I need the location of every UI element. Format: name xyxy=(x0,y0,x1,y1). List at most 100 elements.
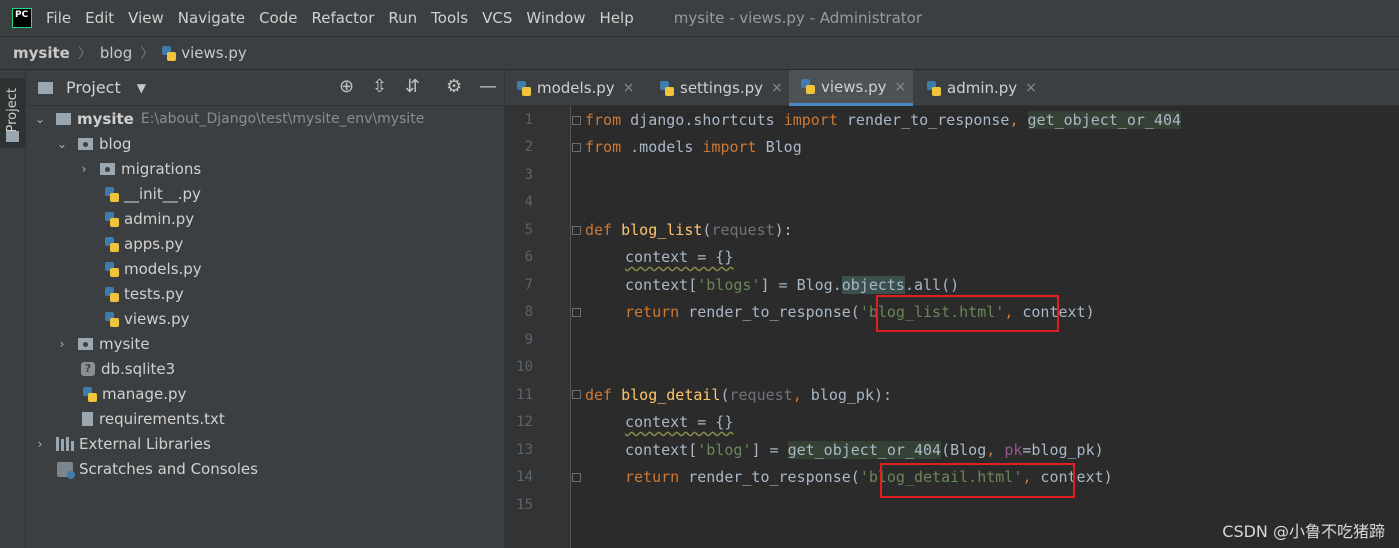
breadcrumb-project[interactable]: mysite xyxy=(13,44,70,62)
menu-help[interactable]: Help xyxy=(600,9,634,27)
chevron-right-icon[interactable]: › xyxy=(76,162,92,176)
fold-marker-icon[interactable] xyxy=(572,226,581,235)
window-title: mysite - views.py - Administrator xyxy=(673,9,923,27)
python-file-icon xyxy=(105,186,119,202)
tree-item-scratches[interactable]: Scratches and Consoles xyxy=(57,457,258,481)
menu-code[interactable]: Code xyxy=(259,9,297,27)
fold-marker-icon[interactable] xyxy=(572,116,581,125)
tree-item-requirements[interactable]: requirements.txt xyxy=(79,407,225,431)
tree-item-init[interactable]: __init__.py xyxy=(105,182,201,206)
editor-tab-bar: models.py × settings.py × views.py × adm… xyxy=(505,70,1399,106)
code-token: blog_list xyxy=(621,221,703,239)
breadcrumb-file[interactable]: views.py xyxy=(181,44,247,62)
breadcrumb-folder[interactable]: blog xyxy=(100,44,132,62)
fold-marker-icon[interactable] xyxy=(572,143,581,152)
fold-marker-icon[interactable] xyxy=(572,390,581,399)
menu-view[interactable]: View xyxy=(128,9,164,27)
tab-views[interactable]: views.py × xyxy=(789,70,913,106)
chevron-right-icon[interactable]: › xyxy=(54,337,70,351)
tab-admin[interactable]: admin.py × xyxy=(915,70,1045,106)
tree-item-blog[interactable]: ⌄ blog xyxy=(54,132,131,156)
tree-item-migrations[interactable]: › migrations xyxy=(76,157,202,181)
gear-icon[interactable]: ⚙ xyxy=(446,77,462,97)
menu-tools[interactable]: Tools xyxy=(431,9,468,27)
tree-item-label: views.py xyxy=(124,310,190,328)
tree-item-mysite[interactable]: › mysite xyxy=(54,332,150,356)
code-token: Blog xyxy=(756,138,802,156)
python-file-icon xyxy=(801,79,815,94)
code-token: ): xyxy=(874,386,893,404)
tree-item-label: migrations xyxy=(121,160,202,178)
tree-item-admin[interactable]: admin.py xyxy=(105,207,194,231)
tree-item-external-libraries[interactable]: › External Libraries xyxy=(32,432,211,456)
tree-item-views[interactable]: views.py xyxy=(105,307,190,331)
minimize-icon[interactable]: — xyxy=(479,77,497,97)
code-token: ( xyxy=(720,386,730,404)
chevron-down-icon[interactable]: ⌄ xyxy=(32,112,48,126)
tree-item-models[interactable]: models.py xyxy=(105,257,202,281)
code-token: import xyxy=(783,111,838,129)
tree-item-label: Scratches and Consoles xyxy=(79,460,258,478)
chevron-down-icon[interactable]: ⌄ xyxy=(54,137,70,151)
python-file-icon xyxy=(105,236,119,252)
tab-label: admin.py xyxy=(947,79,1018,97)
python-file-icon xyxy=(105,211,119,227)
code-token: objects xyxy=(841,276,905,294)
locate-icon[interactable]: ⊕ xyxy=(339,77,354,97)
tool-window-stripe: Project xyxy=(0,70,26,548)
menu-run[interactable]: Run xyxy=(388,9,417,27)
python-file-icon xyxy=(162,45,177,61)
line-number: 1 xyxy=(524,112,533,128)
menu-refactor[interactable]: Refactor xyxy=(311,9,374,27)
tree-item-db[interactable]: ? db.sqlite3 xyxy=(81,357,175,381)
code-token: pk xyxy=(1004,441,1023,459)
chevron-down-icon[interactable]: ▼ xyxy=(137,81,146,95)
chevron-right-icon: 〉 xyxy=(77,46,92,62)
menu-navigate[interactable]: Navigate xyxy=(178,9,245,27)
menu-edit[interactable]: Edit xyxy=(85,9,114,27)
line-number: 8 xyxy=(524,304,533,320)
collapse-all-icon[interactable]: ⇵ xyxy=(405,77,420,97)
menu-vcs[interactable]: VCS xyxy=(482,9,512,27)
tree-item-manage[interactable]: manage.py xyxy=(83,382,186,406)
highlight-box xyxy=(876,295,1059,332)
python-file-icon xyxy=(105,311,119,327)
code-token: return xyxy=(625,303,680,321)
tab-models[interactable]: models.py × xyxy=(505,70,648,106)
package-folder-icon xyxy=(78,338,93,350)
menu-window[interactable]: Window xyxy=(526,9,585,27)
breadcrumb: mysite 〉 blog 〉 views.py xyxy=(0,36,1399,70)
close-icon[interactable]: × xyxy=(895,79,907,95)
code-token: .all() xyxy=(904,276,960,294)
tree-root[interactable]: ⌄ mysite E:\about_Django\test\mysite_env… xyxy=(32,107,424,131)
tree-item-label: tests.py xyxy=(124,285,184,303)
expand-all-icon[interactable]: ⇳ xyxy=(372,77,387,97)
close-icon[interactable]: × xyxy=(1025,80,1037,96)
python-file-icon xyxy=(927,80,941,96)
code-line-12: context = {} xyxy=(625,409,733,436)
code-token: blog_pk xyxy=(810,386,874,404)
code-token: context[ xyxy=(625,276,698,294)
tree-item-label: models.py xyxy=(124,260,202,278)
tab-settings[interactable]: settings.py × xyxy=(648,70,787,106)
code-token: context[ xyxy=(625,441,698,459)
tree-item-tests[interactable]: tests.py xyxy=(105,282,184,306)
fold-marker-icon[interactable] xyxy=(572,308,581,317)
python-file-icon xyxy=(83,386,97,402)
code-token: def xyxy=(585,386,613,404)
tree-item-label: db.sqlite3 xyxy=(101,360,176,378)
chevron-right-icon[interactable]: › xyxy=(32,437,48,451)
close-icon[interactable]: × xyxy=(771,80,783,96)
code-token: ] = Blog. xyxy=(760,276,842,294)
tree-item-label: manage.py xyxy=(102,385,187,403)
tree-item-apps[interactable]: apps.py xyxy=(105,232,183,256)
close-icon[interactable]: × xyxy=(623,80,635,96)
tree-item-label: apps.py xyxy=(124,235,184,253)
code-line-1: from django.shortcuts import render_to_r… xyxy=(585,107,1182,134)
fold-marker-icon[interactable] xyxy=(572,473,581,482)
code-line-11: def blog_detail(request, blog_pk): xyxy=(585,382,892,409)
line-number: 7 xyxy=(524,277,533,293)
line-number: 9 xyxy=(524,332,533,348)
menu-file[interactable]: File xyxy=(46,9,71,27)
